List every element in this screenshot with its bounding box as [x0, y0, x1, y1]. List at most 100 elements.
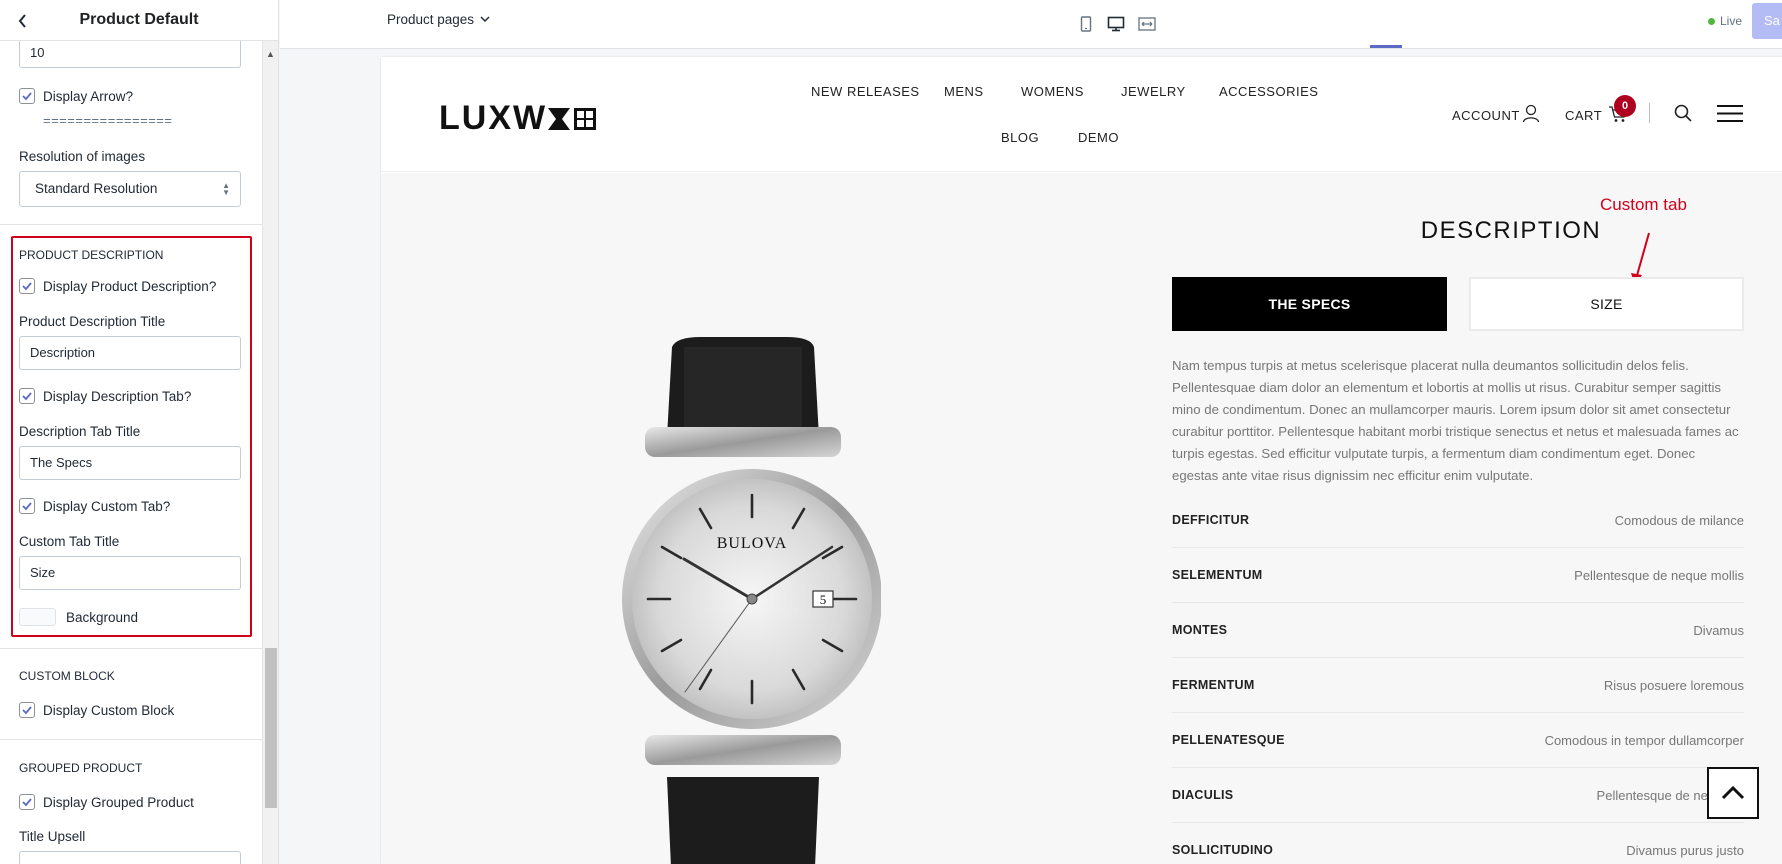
spec-value: Divamus [1693, 622, 1744, 638]
resolution-label: Resolution of images [19, 149, 146, 164]
watch-brand-text: BULOVA [717, 535, 788, 552]
display-grouped-product-checkbox[interactable]: Display Grouped Product [19, 794, 194, 810]
nav-jewelry[interactable]: JEWELRY [1121, 84, 1186, 99]
mobile-view-button[interactable] [1075, 13, 1097, 35]
display-custom-tab-checkbox[interactable]: Display Custom Tab? [19, 498, 170, 514]
nav-new-releases[interactable]: NEW RELEASES [811, 84, 920, 99]
custom-tab-title-input[interactable]: Size [19, 556, 241, 590]
description-title-label: Product Description Title [19, 314, 166, 329]
editor-topbar: Product pages Live Sa [280, 0, 1782, 49]
description-title-input[interactable]: Description [19, 336, 241, 370]
description-tab-title-input[interactable]: The Specs [19, 446, 241, 480]
scrollbar-thumb[interactable] [265, 648, 277, 808]
nav-mens[interactable]: MENS [944, 84, 984, 99]
live-dot-icon [1708, 17, 1715, 25]
custom-tab-title-label: Custom Tab Title [19, 534, 120, 549]
section-divider [0, 739, 263, 740]
product-description-heading: PRODUCT DESCRIPTION [19, 248, 164, 262]
spec-value: Divamus purus justo [1626, 842, 1744, 858]
back-button[interactable] [10, 8, 36, 34]
spec-key: SELEMENTUM [1172, 568, 1263, 582]
tab-size[interactable]: SIZE [1469, 277, 1744, 331]
store-header: LUXW NEW RELEASES MENS WOMENS JEWELRY AC… [381, 57, 1782, 172]
description-body: Nam tempus turpis at metus scelerisque p… [1172, 358, 1739, 483]
section-divider [0, 648, 263, 649]
live-label: Live [1720, 14, 1743, 28]
checkbox-checked-icon [19, 388, 35, 404]
product-image-watch[interactable]: 5 BULOVA [621, 337, 881, 864]
display-description-label: Display Product Description? [43, 278, 217, 294]
tab-the-specs[interactable]: THE SPECS [1172, 277, 1447, 331]
spec-row: DIACULIS Pellentesque de neque m [1172, 768, 1744, 823]
display-arrow-label: Display Arrow? [43, 88, 134, 104]
spec-key: DIACULIS [1172, 788, 1234, 802]
nav-demo[interactable]: DEMO [1078, 130, 1119, 145]
checkbox-checked-icon [19, 702, 35, 718]
nav-accessories[interactable]: ACCESSORIES [1219, 84, 1318, 99]
custom-block-heading: CUSTOM BLOCK [19, 669, 115, 683]
spec-key: SOLLICITUDINO [1172, 843, 1274, 857]
sidebar-scrollbar[interactable]: ▲ [262, 41, 278, 864]
display-description-tab-label: Display Description Tab? [43, 388, 192, 404]
resolution-value: Standard Resolution [35, 181, 158, 196]
active-device-indicator [1370, 45, 1402, 48]
resolution-select[interactable]: Standard Resolution ▲ ▼ [19, 171, 241, 207]
chevron-down-icon [480, 16, 490, 23]
desktop-icon [1107, 16, 1125, 32]
spec-row: SELEMENTUM Pellentesque de neque mollis [1172, 548, 1744, 603]
checkbox-checked-icon [19, 794, 35, 810]
description-tab-title-label: Description Tab Title [19, 424, 141, 439]
desktop-view-button[interactable] [1105, 13, 1127, 35]
page-type-label: Product pages [387, 12, 475, 27]
display-description-tab-checkbox[interactable]: Display Description Tab? [19, 388, 191, 404]
save-button[interactable]: Sa [1752, 3, 1782, 39]
spec-value: Comodous in tempor dullamcorper [1544, 732, 1744, 748]
user-icon[interactable] [1522, 104, 1540, 123]
chevron-left-icon [18, 14, 26, 28]
chevron-up-icon [1721, 786, 1745, 800]
color-swatch[interactable] [19, 608, 56, 626]
title-upsell-input[interactable] [19, 851, 241, 864]
display-custom-block-label: Display Custom Block [43, 702, 175, 718]
spec-key: PELLENATESQUE [1172, 733, 1285, 747]
background-color-picker[interactable]: Background [19, 608, 138, 626]
display-custom-block-checkbox[interactable]: Display Custom Block [19, 702, 174, 718]
grouped-product-heading: GROUPED PRODUCT [19, 761, 143, 775]
logo-mark-icon [548, 107, 597, 130]
account-link[interactable]: ACCOUNT [1452, 108, 1520, 123]
spec-value: Pellentesque de neque mollis [1574, 567, 1744, 583]
search-icon[interactable] [1674, 104, 1692, 122]
sidebar-header: Product Default [0, 0, 278, 41]
sidebar-content[interactable]: 10 Display Arrow? ================ Resol… [0, 41, 263, 864]
watch-date-text: 5 [820, 592, 827, 607]
checkbox-checked-icon [19, 88, 35, 104]
spec-value: Risus posuere loremous [1603, 677, 1744, 693]
back-to-top-button[interactable] [1707, 767, 1759, 819]
expand-width-icon [1138, 17, 1156, 31]
description-heading: DESCRIPTION [1420, 217, 1602, 244]
spec-row: FERMENTUM Risus posuere loremous [1172, 658, 1744, 713]
display-description-checkbox[interactable]: Display Product Description? [19, 278, 216, 294]
store-logo[interactable]: LUXW [439, 99, 597, 138]
settings-sidebar: Product Default 10 Display Arrow? ======… [0, 0, 279, 864]
scroll-up-arrow-icon[interactable]: ▲ [266, 49, 275, 59]
nav-womens[interactable]: WOMENS [1021, 84, 1084, 99]
checkbox-checked-icon [19, 498, 35, 514]
section-divider [0, 224, 263, 225]
checkbox-checked-icon [19, 278, 35, 294]
display-arrow-checkbox[interactable]: Display Arrow? [19, 88, 133, 104]
number-input[interactable]: 10 [19, 41, 241, 68]
cart-link[interactable]: CART [1565, 108, 1602, 123]
fullwidth-view-button[interactable] [1136, 13, 1158, 35]
page-type-dropdown[interactable]: Product pages [387, 12, 490, 27]
select-caret-icon: ▲ ▼ [222, 181, 230, 197]
display-grouped-product-label: Display Grouped Product [43, 794, 194, 810]
separator-text: ================ [43, 113, 173, 128]
spec-row: DEFFICITUR Comodous de milance [1172, 493, 1744, 548]
spec-key: MONTES [1172, 623, 1228, 637]
sidebar-title: Product Default [79, 11, 199, 28]
logo-text: LUXW [439, 99, 548, 137]
nav-blog[interactable]: BLOG [1001, 130, 1039, 145]
display-custom-tab-label: Display Custom Tab? [43, 498, 171, 514]
hamburger-menu-icon[interactable] [1717, 105, 1743, 122]
